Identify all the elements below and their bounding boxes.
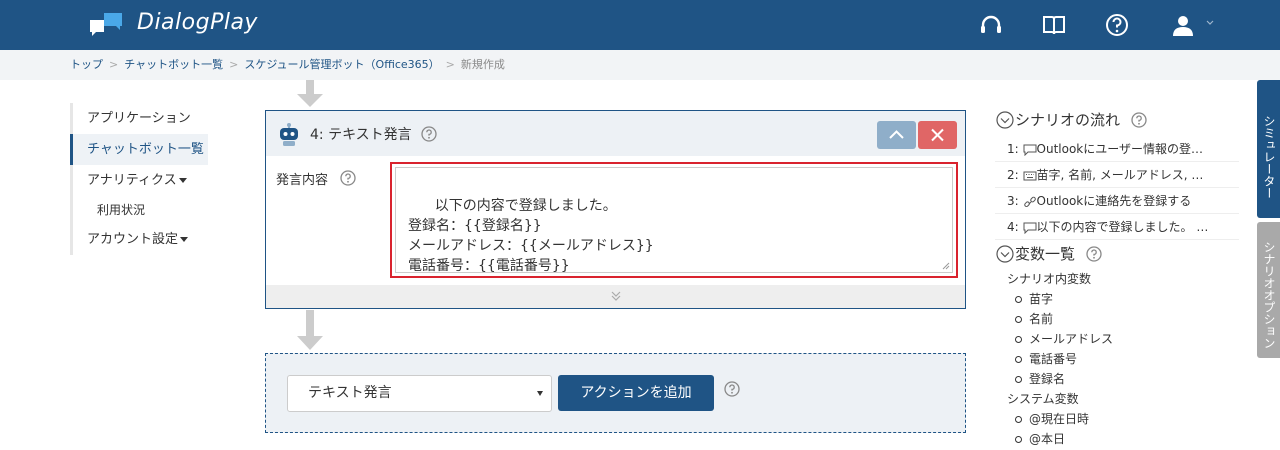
add-action-area: テキスト発言 アクションを追加 [265,353,966,433]
breadcrumb-current: 新規作成 [460,58,505,71]
headset-icon[interactable] [978,12,1004,38]
speech-bubble-icon [1023,222,1037,234]
action-card-title: 4: テキスト発言 [310,127,412,143]
speech-bubble-icon [1023,144,1037,156]
variables-label: 変数一覧 [1015,245,1076,263]
flow-item[interactable]: 4: 以下の内容で登録しました。 … [995,214,1239,240]
nav-item-label: アプリケーション [87,111,191,126]
keyboard-icon [1023,171,1037,180]
field-label-utterance: 発言内容 [276,173,329,188]
help-icon[interactable] [1086,246,1102,262]
help-icon[interactable] [1131,112,1147,128]
nav-item-account-settings[interactable]: アカウント設定 [70,224,210,255]
scenario-flow-title[interactable]: シナリオの流れ [995,108,1245,132]
flow-item-number: 4: [1007,220,1019,234]
user-icon[interactable] [1170,12,1196,38]
robot-icon [280,123,298,146]
flow-item-number: 1: [1007,142,1019,156]
flow-arrow-icon [297,80,323,107]
breadcrumb-chatbot-list[interactable]: チャットボット一覧 [124,58,223,71]
breadcrumb-separator: > [229,58,239,71]
app-name[interactable]: DialogPlay [137,10,258,35]
left-nav: アプリケーション チャットボット一覧 アナリティクス 利用状況 アカウント設定 [70,103,210,255]
variables-title[interactable]: 変数一覧 [995,242,1245,266]
scenario-options-tab[interactable]: シナリオオプション [1257,222,1280,358]
help-icon[interactable] [421,126,437,142]
top-header: DialogPlay [0,0,1280,50]
delete-action-button[interactable] [918,121,957,149]
caret-down-icon [178,178,187,183]
nav-item-label: 利用状況 [97,203,146,217]
variable-item: @現在日時 [995,409,1245,429]
book-icon[interactable] [1041,12,1067,38]
nav-item-label: チャットボット一覧 [87,142,204,157]
utterance-text: 以下の内容で登録しました。 登録名：{{登録名}} メールアドレス：{{メールア… [408,198,654,274]
action-card: 4: テキスト発言 発言内容 以下の内容で登録しました。 登録名：{{登録名}}… [265,110,966,309]
nav-item-usage[interactable]: 利用状況 [70,196,210,224]
flow-item-number: 2: [1007,168,1019,182]
action-card-header: 4: テキスト発言 [266,111,965,156]
utterance-textarea[interactable]: 以下の内容で登録しました。 登録名：{{登録名}} メールアドレス：{{メールア… [395,167,953,274]
flow-item-text: Outlookに連絡先を登録する [1036,194,1192,208]
chevron-down-icon[interactable] [1205,18,1215,28]
flow-item-number: 3: [1007,194,1019,208]
simulator-tab[interactable]: シミュレーター [1257,80,1280,218]
caret-down-icon [180,237,189,242]
flow-item-text: 以下の内容で登録しました。 … [1036,220,1209,234]
chevron-down-circle-icon [996,111,1014,129]
link-icon [1023,196,1036,207]
flow-item-text: 苗字, 名前, メールアドレス, … [1036,168,1204,182]
scenario-flow-label: シナリオの流れ [1015,111,1121,129]
collapse-button[interactable] [877,121,916,149]
nav-item-label: アカウント設定 [87,232,179,247]
flow-item-text: Outlookにユーザー情報の登… [1036,142,1203,156]
nav-item-chatbot-list[interactable]: チャットボット一覧 [70,134,208,165]
dialogplay-logo-icon[interactable] [88,10,124,38]
help-icon[interactable] [724,381,740,397]
breadcrumb-schedule-bot[interactable]: スケジュール管理ボット（Office365） [244,58,439,71]
scenario-vars-label: シナリオ内変数 [1007,272,1092,286]
flow-item[interactable]: 3: Outlookに連絡先を登録する [995,188,1239,214]
nav-item-label: アナリティクス [87,173,177,188]
breadcrumb-separator: > [109,58,119,71]
select-caret-icon [537,391,543,396]
action-type-select[interactable]: テキスト発言 [287,375,552,412]
help-icon[interactable] [340,170,356,186]
variable-item: メールアドレス [995,329,1245,349]
system-vars-label: システム変数 [1007,392,1079,406]
close-icon [931,128,944,142]
variable-item: 電話番号 [995,349,1245,369]
breadcrumb: トップ > チャットボット一覧 > スケジュール管理ボット（Office365） > 新規作… [0,50,1280,80]
chevron-up-icon [889,130,904,139]
nav-item-applications[interactable]: アプリケーション [70,103,210,134]
variable-item: @本日 [995,429,1245,449]
nav-item-analytics[interactable]: アナリティクス [70,165,210,196]
resize-handle-icon[interactable] [942,262,950,270]
flow-arrow-icon [297,310,323,350]
add-action-button[interactable]: アクションを追加 [558,375,714,411]
breadcrumb-top[interactable]: トップ [70,58,103,71]
chevron-down-circle-icon [996,245,1014,263]
flow-item[interactable]: 2: 苗字, 名前, メールアドレス, … [995,162,1239,188]
flow-item[interactable]: 1: Outlookにユーザー情報の登… [995,136,1239,162]
action-type-selected: テキスト発言 [308,385,392,401]
help-circle-icon[interactable] [1104,12,1130,38]
double-chevron-down-icon [611,291,621,301]
variable-item: 名前 [995,309,1245,329]
variable-item: 苗字 [995,289,1245,309]
expand-bar[interactable] [266,285,965,308]
variable-item: 登録名 [995,369,1245,389]
breadcrumb-separator: > [445,58,455,71]
utterance-textarea-highlight: 以下の内容で登録しました。 登録名：{{登録名}} メールアドレス：{{メールア… [390,162,958,278]
right-panel: シナリオの流れ 1: Outlookにユーザー情報の登… 2: 苗字, 名前, … [995,108,1245,449]
